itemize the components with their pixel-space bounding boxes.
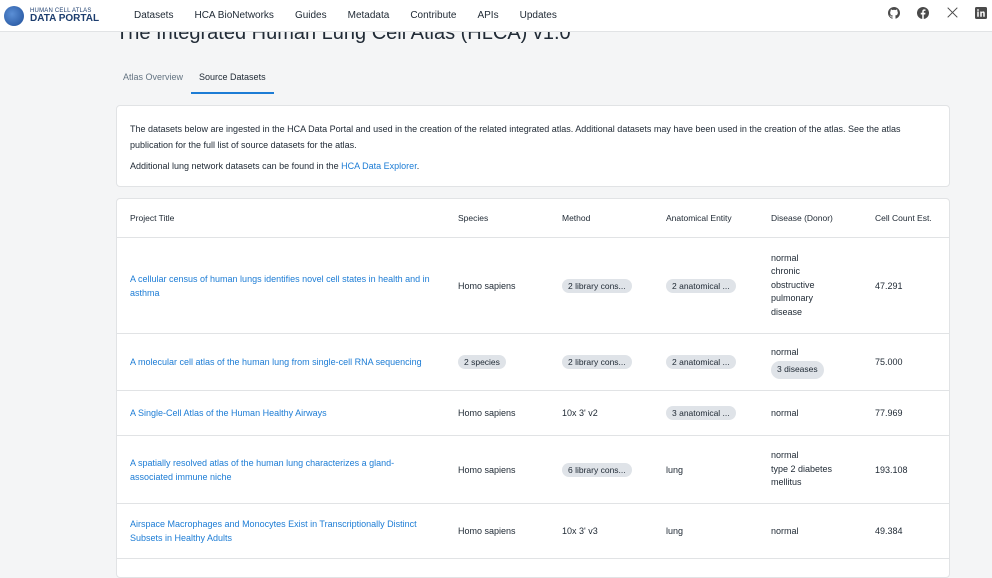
github-icon[interactable] — [887, 7, 901, 21]
disease-item: obstructive — [771, 279, 815, 290]
logo-text: HUMAN CELL ATLAS DATA PORTAL — [30, 8, 99, 24]
social-links — [872, 7, 988, 21]
hca-data-explorer-link[interactable]: HCA Data Explorer — [341, 161, 417, 171]
notice-text: The datasets below are ingested in the H… — [130, 124, 901, 150]
method-chip[interactable]: 6 library cons... — [562, 462, 632, 477]
column-header-method[interactable]: Method — [562, 199, 657, 237]
notice-prefix: Additional lung network datasets can be … — [130, 161, 342, 171]
table-row: Airspace Macrophages and Monocytes Exist… — [117, 504, 949, 559]
table-header-row: Project Title Species Method Anatomical … — [117, 199, 949, 238]
species-text: Homo sapiens — [458, 464, 516, 475]
anatomical-text: lung — [666, 464, 684, 475]
column-header-anatomical-entity[interactable]: Anatomical Entity — [666, 199, 761, 237]
column-header-cell-count[interactable]: Cell Count Est. — [875, 199, 945, 237]
disease-item: normal — [771, 252, 799, 263]
project-title-link[interactable]: A molecular cell atlas of the human lung… — [130, 355, 422, 369]
linkedin-icon[interactable] — [974, 7, 988, 21]
nav-updates[interactable]: Updates — [520, 10, 557, 21]
project-title-link[interactable]: A spatially resolved atlas of the human … — [130, 456, 430, 484]
column-header-disease[interactable]: Disease (Donor) — [771, 199, 866, 237]
disease-item: disease — [771, 306, 803, 317]
species-text: Homo sapiens — [458, 408, 516, 418]
cell-count: 77.969 — [875, 408, 903, 418]
method-text: 10x 3' v3 — [562, 526, 598, 536]
notice-suffix: . — [416, 161, 420, 171]
anatomical-chip[interactable]: 2 anatomical ... — [666, 355, 736, 369]
method-text: 10x 3' v2 — [562, 408, 598, 418]
nav-guides[interactable]: Guides — [295, 10, 327, 21]
x-icon[interactable] — [945, 7, 959, 21]
disease-list: normal 3 diseases — [771, 346, 824, 379]
species-text: Homo sapiens — [458, 526, 516, 536]
disease-item: pulmonary — [771, 293, 814, 304]
method-chip[interactable]: 2 library cons... — [562, 278, 632, 293]
table-row: A cellular census of human lungs identif… — [117, 238, 949, 334]
column-header-species[interactable]: Species — [458, 199, 553, 237]
nav-hca-bionetworks[interactable]: HCA BioNetworks — [194, 10, 273, 21]
disease-item: chronic — [771, 266, 801, 277]
main-nav: Datasets HCA BioNetworks Guides Metadata… — [134, 10, 578, 21]
tab-atlas-overview[interactable]: Atlas Overview — [116, 64, 191, 94]
disease-item: normal — [771, 526, 799, 536]
table-row: A Single-Cell Atlas of the Human Healthy… — [117, 391, 949, 436]
tab-source-datasets[interactable]: Source Datasets — [191, 64, 274, 94]
nav-apis[interactable]: APIs — [477, 10, 498, 21]
datasets-table: Project Title Species Method Anatomical … — [116, 198, 950, 578]
notice-text-2: Additional lung network datasets can be … — [130, 158, 936, 174]
species-text: Homo sapiens — [458, 280, 516, 291]
logo-bottom-text: DATA PORTAL — [30, 12, 100, 24]
disease-chip[interactable]: 3 diseases — [771, 361, 824, 379]
disease-list: normal chronic obstructive pulmonary dis… — [771, 252, 815, 320]
info-notice: The datasets below are ingested in the H… — [116, 105, 950, 187]
nav-contribute[interactable]: Contribute — [410, 10, 456, 21]
project-title-link[interactable]: Airspace Macrophages and Monocytes Exist… — [130, 517, 430, 545]
species-chip[interactable]: 2 species — [458, 355, 506, 369]
nav-metadata[interactable]: Metadata — [348, 10, 390, 21]
table-row: A molecular cell atlas of the human lung… — [117, 334, 949, 391]
top-header: HUMAN CELL ATLAS DATA PORTAL Datasets HC… — [0, 0, 992, 32]
anatomical-text: lung — [666, 526, 684, 536]
column-header-project-title[interactable]: Project Title — [130, 199, 430, 237]
method-chip[interactable]: 2 library cons... — [562, 355, 632, 369]
facebook-icon[interactable] — [916, 7, 930, 21]
table-row: A spatially resolved atlas of the human … — [117, 436, 949, 504]
disease-item: normal — [771, 450, 799, 461]
anatomical-chip[interactable]: 3 anatomical ... — [666, 406, 736, 420]
disease-list: normal type 2 diabetes mellitus — [771, 449, 832, 490]
nav-datasets[interactable]: Datasets — [134, 10, 173, 21]
disease-item: normal — [771, 408, 799, 418]
project-title-link[interactable]: A cellular census of human lungs identif… — [130, 272, 430, 300]
anatomical-chip[interactable]: 2 anatomical ... — [666, 278, 736, 293]
cell-count: 193.108 — [875, 464, 908, 475]
disease-item: mellitus — [771, 477, 802, 488]
globe-icon — [4, 5, 24, 26]
page-tabs: Atlas Overview Source Datasets — [116, 64, 274, 94]
cell-count: 75.000 — [875, 357, 903, 367]
hca-logo[interactable]: HUMAN CELL ATLAS DATA PORTAL — [4, 5, 122, 26]
disease-item: type 2 diabetes — [771, 463, 833, 474]
disease-item: normal — [771, 346, 799, 357]
cell-count: 49.384 — [875, 526, 903, 536]
project-title-link[interactable]: A Single-Cell Atlas of the Human Healthy… — [130, 406, 327, 420]
cell-count: 47.291 — [875, 280, 903, 291]
